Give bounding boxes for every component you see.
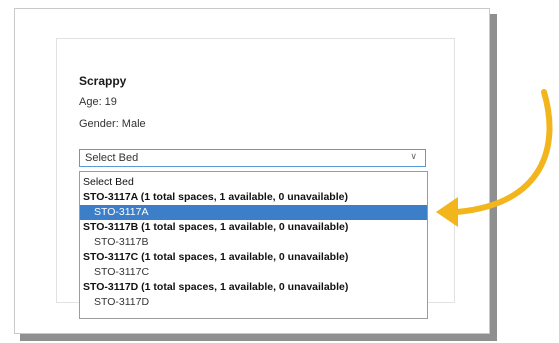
dropdown-option-placeholder[interactable]: Select Bed	[80, 175, 427, 190]
dropdown-option-group[interactable]: STO-3117C (1 total spaces, 1 available, …	[80, 250, 427, 265]
dropdown-option-group[interactable]: STO-3117B (1 total spaces, 1 available, …	[80, 220, 427, 235]
person-age: Age: 19	[79, 96, 117, 108]
bed-select-dropdown: Select Bed STO-3117A (1 total spaces, 1 a…	[79, 171, 428, 319]
dropdown-option-group[interactable]: STO-3117A (1 total spaces, 1 available, …	[80, 190, 427, 205]
dropdown-option[interactable]: STO-3117D	[80, 295, 427, 310]
person-name: Scrappy	[79, 74, 127, 88]
curved-arrow-icon	[436, 89, 553, 227]
bed-select[interactable]: Select Bed ∨	[79, 149, 426, 167]
dropdown-option[interactable]: STO-3117B	[80, 235, 427, 250]
chevron-down-icon: ∨	[410, 151, 417, 161]
dropdown-option-group[interactable]: STO-3117D (1 total spaces, 1 available, …	[80, 280, 427, 295]
bed-select-value: Select Bed	[85, 152, 139, 164]
person-gender: Gender: Male	[79, 118, 146, 130]
dropdown-option[interactable]: STO-3117C	[80, 265, 427, 280]
dropdown-option[interactable]: STO-3117A	[80, 205, 427, 220]
